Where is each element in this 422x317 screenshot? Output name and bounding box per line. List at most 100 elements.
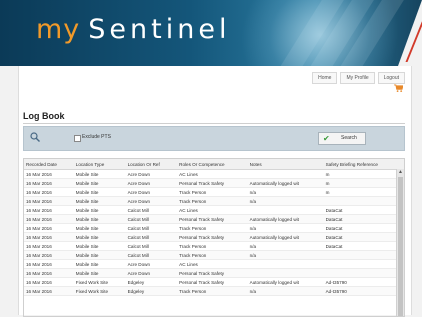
page-title: Log Book	[23, 111, 65, 121]
table-cell: Mobile Site	[73, 250, 126, 260]
table-cell	[247, 259, 324, 269]
exclude-pts-label: Exclude PTS	[82, 134, 111, 140]
table-cell	[247, 268, 324, 278]
table-cell: Fixed Work Site	[73, 286, 126, 296]
table-cell: Calcot Mill	[125, 223, 178, 233]
logo-main: Sentinel	[88, 14, 231, 45]
table-cell: Fixed Work Site	[73, 277, 126, 287]
table-cell: Track Person	[177, 187, 248, 197]
table-row[interactable]: 16 Mar 2016 Mobile Site Calcot Mill Persona…	[24, 232, 404, 242]
top-nav: Home My Profile Logout	[309, 72, 405, 84]
checkmark-icon: ✔	[323, 134, 330, 143]
table-scrollbar[interactable]: ▲	[396, 169, 404, 316]
table-cell: m	[323, 178, 404, 188]
table-cell: Track Person	[177, 241, 248, 251]
table-row[interactable]: 16 Mar 2016 Mobile Site Acre Down AC Lines m	[24, 169, 404, 179]
table-cell: Mobile Site	[73, 187, 126, 197]
table-cell: DataCat	[323, 214, 404, 224]
table-cell: Mobile Site	[73, 169, 126, 179]
table-row[interactable]: 16 Mar 2016 Mobile Site Calcot Mill Track P…	[24, 241, 404, 251]
table-cell	[247, 169, 324, 179]
table-cell: m	[323, 187, 404, 197]
table-cell: AC Lines	[177, 205, 248, 215]
home-link[interactable]: Home	[312, 72, 338, 84]
table-cell: Mobile Site	[73, 232, 126, 242]
table-cell: Personal Track Safety	[177, 214, 248, 224]
table-cell: n/a	[247, 187, 324, 197]
title-divider	[23, 123, 405, 124]
table-row[interactable]: 16 Mar 2016 Fixed Work Site Edgeley Track P…	[24, 286, 404, 296]
main-page: Home My Profile Logout Log Book Exclude PT…	[18, 66, 412, 317]
search-button[interactable]: ✔ Search	[318, 132, 366, 145]
table-row[interactable]: 16 Mar 2016 Mobile Site Acre Down Track Per…	[24, 196, 404, 206]
table-cell: Acre Down	[125, 178, 178, 188]
table-row[interactable]: 16 Mar 2016 Mobile Site Calcot Mill Track P…	[24, 250, 404, 260]
table-cell: Calcot Mill	[125, 205, 178, 215]
table-cell: 16 Mar 2016	[24, 178, 74, 188]
table-cell	[323, 259, 404, 269]
table-cell: Mobile Site	[73, 178, 126, 188]
banner-glow	[215, 0, 422, 66]
basket-icon[interactable]	[394, 84, 403, 92]
table-cell: 16 Mar 2016	[24, 268, 74, 278]
table-cell: n/a	[247, 241, 324, 251]
table-cell: Acre Down	[125, 187, 178, 197]
table-row[interactable]: 16 Mar 2016 Mobile Site Acre Down Track Per…	[24, 187, 404, 197]
search-icon	[30, 132, 40, 142]
scroll-thumb[interactable]	[398, 177, 403, 316]
table-cell	[247, 205, 324, 215]
table-cell: Acre Down	[125, 268, 178, 278]
table-cell: Automatically logged wit	[247, 214, 324, 224]
column-header[interactable]: Notes	[247, 159, 324, 170]
table-cell: Calcot Mill	[125, 241, 178, 251]
table-cell: Automatically logged wit	[247, 277, 324, 287]
column-header[interactable]: Location Type	[73, 159, 126, 170]
table-cell: 16 Mar 2016	[24, 259, 74, 269]
table-cell: Personal Track Safety	[177, 178, 248, 188]
table-cell: 16 Mar 2016	[24, 286, 74, 296]
table-row[interactable]: 16 Mar 2016 Mobile Site Calcot Mill Persona…	[24, 214, 404, 224]
column-header[interactable]: Location Or Ref	[125, 159, 178, 170]
search-button-label: Search	[341, 135, 357, 141]
table-row[interactable]: 16 Mar 2016 Mobile Site Acre Down Personal …	[24, 178, 404, 188]
logout-link[interactable]: Logout	[377, 72, 405, 84]
table-cell: DataCat	[323, 241, 404, 251]
table-row[interactable]: 16 Mar 2016 Mobile Site Calcot Mill Track P…	[24, 223, 404, 233]
table-cell	[323, 250, 404, 260]
column-header[interactable]: Roles Or Competence	[177, 159, 248, 170]
exclude-pts-checkbox[interactable]	[74, 135, 81, 142]
table-row[interactable]: 16 Mar 2016 Mobile Site Acre Down Personal …	[24, 268, 404, 278]
column-header[interactable]: Recorded Date	[24, 159, 74, 170]
table-cell: Mobile Site	[73, 241, 126, 251]
filter-bar: Exclude PTS ✔ Search	[23, 126, 405, 151]
table-cell: Mobile Site	[73, 214, 126, 224]
table-row[interactable]: 16 Mar 2016 Mobile Site Acre Down AC Lines	[24, 259, 404, 269]
table-cell: Calcot Mill	[125, 232, 178, 242]
table-cell: m	[323, 169, 404, 179]
table-cell: n/a	[247, 286, 324, 296]
table-cell: 16 Mar 2016	[24, 205, 74, 215]
table-cell: DataCat	[323, 223, 404, 233]
table-cell: Track Person	[177, 286, 248, 296]
table-cell: 16 Mar 2016	[24, 214, 74, 224]
table-cell: n/a	[247, 196, 324, 206]
table-cell: Automatically logged wit	[247, 232, 324, 242]
column-header[interactable]: Safety Briefing Reference	[323, 159, 404, 170]
logo-prefix: my	[36, 14, 81, 45]
table-cell: Personal Track Safety	[177, 232, 248, 242]
table-row[interactable]: 16 Mar 2016 Fixed Work Site Edgeley Persona…	[24, 277, 404, 287]
scroll-up-arrow-icon[interactable]: ▲	[397, 169, 404, 176]
table-cell: Track Person	[177, 196, 248, 206]
my-profile-link[interactable]: My Profile	[340, 72, 375, 84]
table-body: 16 Mar 2016 Mobile Site Acre Down AC Lines m…	[24, 169, 404, 296]
logbook-table: Recorded Date Location Type Location Or Re…	[24, 159, 404, 296]
table-cell: Personal Track Safety	[177, 268, 248, 278]
table-cell: 16 Mar 2016	[24, 169, 74, 179]
table-cell: Calcot Mill	[125, 250, 178, 260]
table-row[interactable]: 16 Mar 2016 Mobile Site Calcot Mill AC Line…	[24, 205, 404, 215]
table-cell: Edgeley	[125, 277, 178, 287]
table-cell: Ad-t35790	[323, 286, 404, 296]
table-cell: DataCat	[323, 205, 404, 215]
table-cell: 16 Mar 2016	[24, 187, 74, 197]
table-cell: 16 Mar 2016	[24, 196, 74, 206]
